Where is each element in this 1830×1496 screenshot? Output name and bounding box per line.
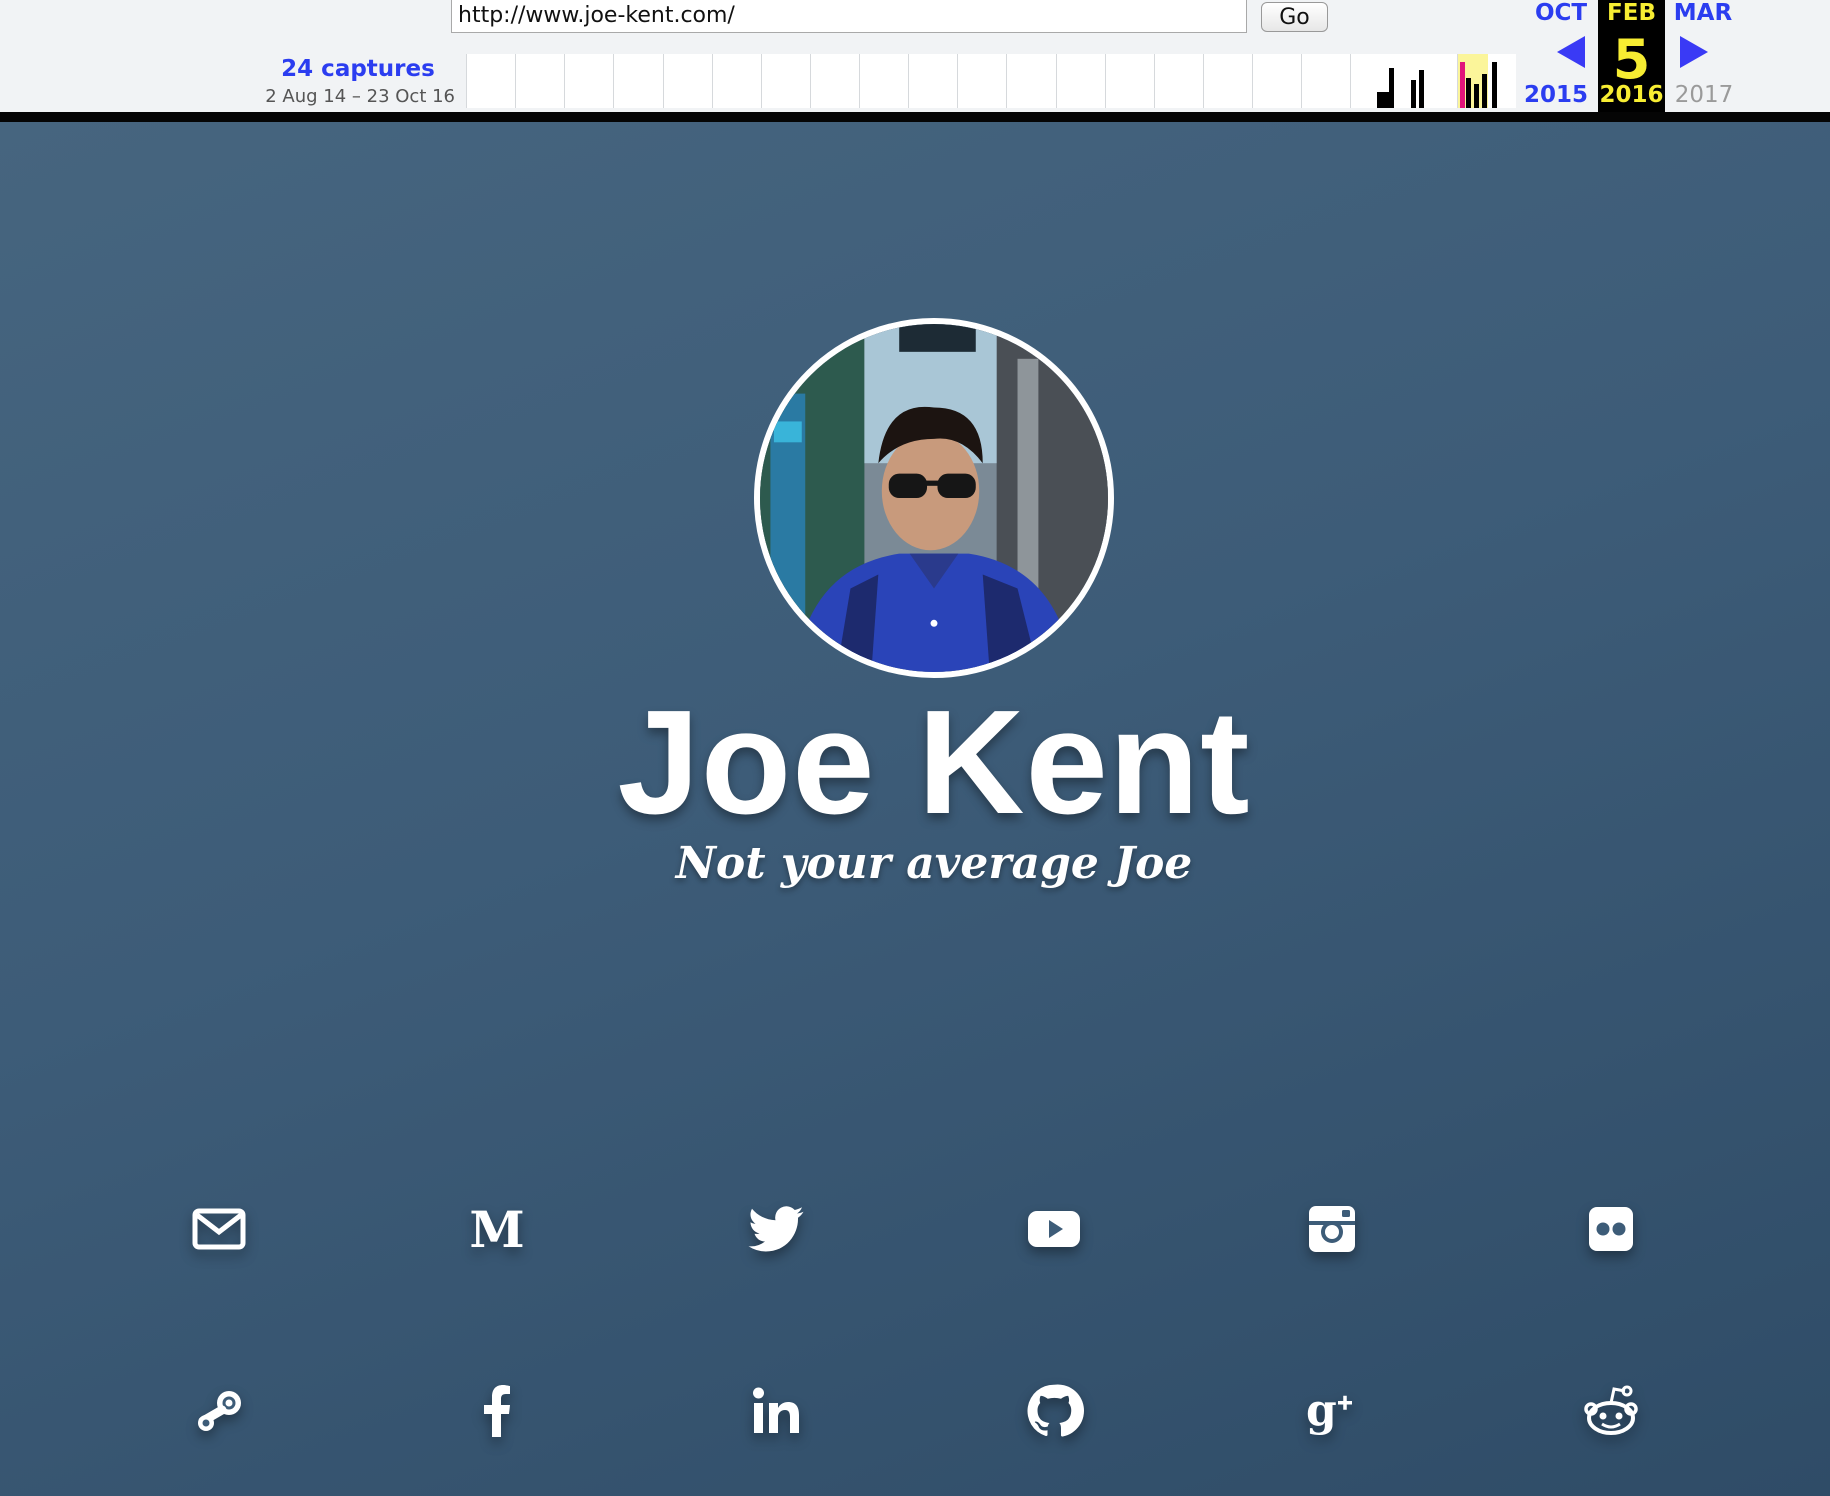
instagram-icon (1309, 1206, 1356, 1252)
sparkline-month[interactable] (1055, 54, 1105, 108)
sparkline-year-2016[interactable] (1457, 54, 1516, 108)
sparkline-month[interactable] (564, 54, 614, 108)
profile-photo-illustration (760, 324, 1108, 672)
social-links: M g (0, 1138, 1830, 1496)
instagram-link[interactable] (1297, 1194, 1367, 1264)
profile-page: Joe Kent Not your average Joe M g (0, 122, 1830, 1496)
sparkline-year-2014[interactable] (1350, 54, 1458, 108)
current-month-label: FEB (1607, 0, 1656, 26)
sparkline-bar (1466, 78, 1472, 108)
reddit-icon (1584, 1385, 1638, 1435)
sparkline-bar (1419, 70, 1425, 108)
url-input[interactable]: http://www.joe-kent.com/ (451, 0, 1247, 33)
profile-photo (754, 318, 1114, 678)
steam-icon (198, 1391, 242, 1431)
sparkline-month[interactable] (1301, 54, 1351, 108)
wayback-toolbar: http://www.joe-kent.com/ Go 24 captures … (0, 0, 1830, 122)
youtube-link[interactable] (1019, 1194, 1089, 1264)
youtube-icon (1028, 1211, 1081, 1247)
sparkline-month[interactable] (662, 54, 712, 108)
sparkline-month[interactable] (760, 54, 810, 108)
linkedin-link[interactable] (741, 1376, 811, 1446)
twitter-link[interactable] (741, 1194, 811, 1264)
sparkline-month[interactable] (957, 54, 1007, 108)
sparkline-month[interactable] (1006, 54, 1056, 108)
twitter-icon (748, 1206, 804, 1252)
go-button[interactable]: Go (1261, 2, 1328, 32)
sparkline-month[interactable] (466, 54, 516, 108)
prev-year-label[interactable]: 2015 (1520, 82, 1592, 108)
svg-text:M: M (470, 1200, 525, 1259)
steam-link[interactable] (184, 1376, 254, 1446)
reddit-link[interactable] (1576, 1376, 1646, 1446)
sparkline-bar (1411, 80, 1417, 108)
social-row-1: M (0, 1138, 1830, 1320)
sparkline-bar (1460, 62, 1466, 108)
previous-capture-arrow-icon[interactable] (1557, 36, 1585, 68)
sparkline-bar (1389, 68, 1395, 108)
google-plus-link[interactable]: g (1297, 1376, 1367, 1446)
capture-sparkline[interactable] (466, 54, 1516, 108)
profile-name: Joe Kent (617, 680, 1251, 845)
sparkline-month[interactable] (711, 54, 761, 108)
google-plus-icon: g (1306, 1385, 1353, 1436)
medium-link[interactable]: M (462, 1194, 532, 1264)
email-link[interactable] (184, 1194, 254, 1264)
capture-date-range: 2 Aug 14 – 23 Oct 16 (265, 86, 455, 107)
sparkline-month[interactable] (515, 54, 565, 108)
next-capture-arrow-icon[interactable] (1680, 36, 1708, 68)
sparkline-month[interactable] (1104, 54, 1154, 108)
sparkline-month[interactable] (908, 54, 958, 108)
social-row-2: g (0, 1320, 1830, 1496)
sparkline-month[interactable] (859, 54, 909, 108)
facebook-link[interactable] (462, 1376, 532, 1446)
profile-tagline: Not your average Joe (675, 838, 1193, 889)
sparkline-bar (1492, 62, 1498, 108)
current-year-label: 2016 (1599, 82, 1664, 108)
sparkline-bar (1474, 84, 1480, 108)
sparkline-month[interactable] (1153, 54, 1203, 108)
flickr-icon (1588, 1207, 1633, 1251)
toolbar-divider (0, 112, 1830, 122)
sparkline-bar (1482, 74, 1488, 108)
captures-link[interactable]: 24 captures (250, 56, 466, 82)
sparkline-month[interactable] (613, 54, 663, 108)
next-month-label[interactable]: MAR (1672, 0, 1734, 26)
sparkline-month[interactable] (1252, 54, 1302, 108)
medium-icon: M (470, 1200, 525, 1259)
flickr-link[interactable] (1576, 1194, 1646, 1264)
svg-text:g: g (1306, 1385, 1337, 1436)
sparkline-month[interactable] (1202, 54, 1252, 108)
envelope-icon (192, 1208, 246, 1250)
next-year-label: 2017 (1674, 82, 1734, 108)
github-icon (1027, 1384, 1085, 1437)
sparkline-month[interactable] (809, 54, 859, 108)
github-link[interactable] (1019, 1376, 1089, 1446)
prev-month-label[interactable]: OCT (1530, 0, 1592, 26)
linkedin-icon (752, 1387, 799, 1433)
facebook-icon (484, 1385, 511, 1437)
